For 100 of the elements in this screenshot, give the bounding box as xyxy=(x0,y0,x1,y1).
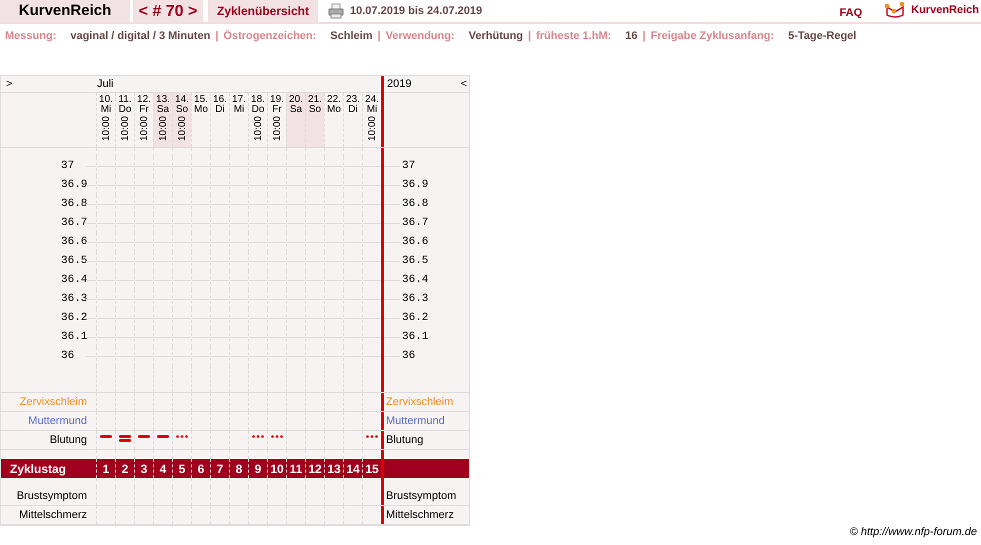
row-label: Zyklustag xyxy=(9,460,68,478)
day-weekday: Mo xyxy=(327,105,341,115)
logo-icon xyxy=(884,1,906,19)
row-label: Muttermund xyxy=(386,414,445,429)
cycle-day-number: 8 xyxy=(236,460,242,478)
info-label: Östrogenzeichen: xyxy=(223,28,316,44)
temperature-label: 36.7 xyxy=(401,216,428,232)
date-range: 10.07.2019 bis 24.07.2019 xyxy=(350,4,482,19)
day-weekday: Fr xyxy=(272,105,282,115)
day-date: 12. xyxy=(137,95,151,105)
day-date: 22. xyxy=(327,95,341,105)
temperature-label: 36.6 xyxy=(60,235,86,250)
temperature-label: 36.7 xyxy=(60,216,86,232)
day-date: 18. xyxy=(251,95,265,105)
info-label: früheste 1.hM: xyxy=(536,28,612,44)
temperature-label: 36.6 xyxy=(401,235,428,250)
cycle-navigation[interactable]: < # 70 > xyxy=(133,0,203,22)
temperature-label: 36.5 xyxy=(60,254,86,270)
day-weekday: So xyxy=(308,105,322,115)
cycle-day-number: 13 xyxy=(327,460,341,478)
measure-time: 10:00 xyxy=(252,116,264,142)
brand-title: KurvenReich xyxy=(0,0,130,22)
measure-time: 10:00 xyxy=(120,116,130,142)
day-weekday: Sa xyxy=(156,105,170,115)
overview-tab[interactable]: Zyklenübersicht xyxy=(208,0,318,22)
day-weekday: So xyxy=(176,105,188,115)
temperature-label: 36.3 xyxy=(60,292,86,308)
year-label: 2019 xyxy=(387,77,412,92)
measure-time: 10:00 xyxy=(366,116,378,142)
separator: | xyxy=(377,28,381,44)
month-label: Juli xyxy=(96,77,114,92)
row-label: Mittelschmerz xyxy=(386,508,454,523)
info-value: Verhütung xyxy=(468,28,524,44)
info-label: Freigabe Zyklusanfang: xyxy=(650,28,774,44)
day-date: 24. xyxy=(365,95,379,105)
temperature-label: 36.1 xyxy=(60,330,86,346)
day-date: 21. xyxy=(308,95,322,105)
day-weekday: Di xyxy=(215,105,225,115)
cycle-day-number: 9 xyxy=(254,460,262,478)
info-value: Schleim xyxy=(330,28,372,44)
temperature-label: 36.9 xyxy=(401,178,428,194)
measure-time: 10:00 xyxy=(158,116,168,142)
day-weekday: Fr xyxy=(139,105,149,115)
day-date: 17. xyxy=(232,95,246,105)
temperature-label: 36.5 xyxy=(401,254,428,270)
day-weekday: Sa xyxy=(290,105,302,115)
day-date: 19. xyxy=(270,95,284,105)
measure-time: 10:00 xyxy=(176,116,188,142)
cycle-day-number: 3 xyxy=(140,460,148,478)
temperature-label: 37 xyxy=(401,159,416,174)
row-label: Muttermund xyxy=(27,414,88,429)
temperature-label: 36.4 xyxy=(60,273,86,288)
cycle-day-number: 12 xyxy=(308,460,322,478)
measure-time: 10:00 xyxy=(272,116,282,142)
previous-button[interactable]: > xyxy=(6,78,12,90)
row-label: Zervixschleim xyxy=(386,394,454,410)
row-label: Brustsymptom xyxy=(386,488,456,504)
temperature-label: 36.2 xyxy=(60,311,86,326)
cycle-day-number: 6 xyxy=(198,460,204,478)
measure-time: 10:00 xyxy=(100,116,112,142)
day-weekday: Do xyxy=(252,105,264,115)
info-label: Messung: xyxy=(5,28,56,44)
cycle-day-number: 10 xyxy=(270,460,284,478)
temperature-label: 36.3 xyxy=(401,292,428,308)
cycle-day-number: 14 xyxy=(346,460,360,478)
next-button[interactable]: < xyxy=(460,78,467,90)
printer-icon[interactable] xyxy=(328,3,344,19)
day-date: 13. xyxy=(156,95,170,105)
day-date: 16. xyxy=(213,95,227,105)
logo-link[interactable]: KurvenReich xyxy=(911,2,979,18)
day-date: 11. xyxy=(118,95,132,105)
cycle-day-number: 5 xyxy=(178,460,186,478)
info-label: Verwendung: xyxy=(386,28,455,44)
temperature-label: 36 xyxy=(60,349,76,364)
day-weekday: Mo xyxy=(194,105,208,115)
cycle-day-number: 11 xyxy=(290,460,302,478)
separator: | xyxy=(215,28,218,44)
row-label: Blutung xyxy=(48,432,88,448)
day-weekday: Di xyxy=(348,105,358,115)
temperature-label: 36.8 xyxy=(60,197,86,212)
temperature-label: 36.4 xyxy=(401,273,428,288)
day-date: 20. xyxy=(289,95,303,105)
row-label: Brustsymptom xyxy=(16,488,88,504)
row-label: Blutung xyxy=(386,432,424,448)
temperature-label: 36.1 xyxy=(401,330,428,346)
copyright-note: © http://www.nfp-forum.de xyxy=(850,526,977,538)
temperature-label: 37 xyxy=(60,159,76,174)
temperature-label: 36.9 xyxy=(60,178,86,194)
day-date: 15. xyxy=(194,95,208,105)
row-label: Zervixschleim xyxy=(18,394,88,410)
temperature-label: 36.2 xyxy=(401,311,428,326)
day-weekday: Do xyxy=(118,105,132,115)
day-weekday: Mi xyxy=(366,105,378,115)
info-value: 16 xyxy=(625,28,638,44)
info-value: 5-Tage-Regel xyxy=(788,28,856,44)
cycle-day-number: 2 xyxy=(122,460,128,478)
day-date: 10. xyxy=(99,95,113,105)
faq-link[interactable]: FAQ xyxy=(840,4,862,21)
day-weekday: Mi xyxy=(234,105,244,115)
info-value: vaginal / digital / 3 Minuten xyxy=(70,28,210,44)
